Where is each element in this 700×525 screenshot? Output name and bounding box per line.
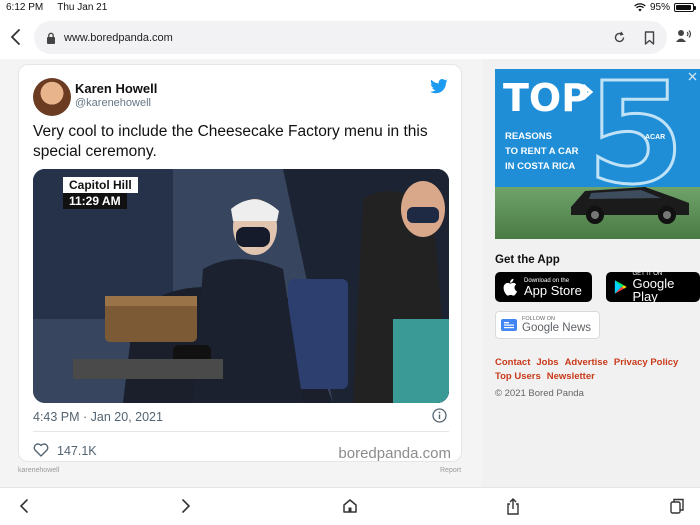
ad-line: TO RENT A CAR [505, 146, 579, 157]
avatar[interactable] [33, 78, 71, 116]
back-icon[interactable] [18, 498, 30, 514]
advertisement-banner[interactable]: 5 TOP REASONS TO RENT A CAR IN COSTA RIC… [495, 69, 700, 239]
bookmark-icon[interactable] [644, 30, 655, 45]
copyright: © 2021 Bored Panda [495, 388, 584, 399]
report-link[interactable]: Report [440, 467, 461, 474]
google-play-label: Google Play [632, 276, 675, 304]
google-play-button[interactable]: GET IT ON Google Play [606, 271, 700, 304]
author-handle[interactable]: @karenehowell [75, 97, 151, 109]
battery-icon [674, 3, 696, 12]
lock-icon [47, 32, 55, 44]
tweet-media-photo[interactable]: Capitol Hill 11:29 AM [33, 169, 449, 403]
ad-arrow-icon [582, 83, 594, 101]
url-text: www.boredpanda.com [64, 31, 173, 44]
page-content: Karen Howell @karenehowell Very cool to … [0, 59, 700, 487]
google-news-button[interactable]: FOLLOW ON Google News [495, 311, 600, 339]
image-credit[interactable]: karenehowell [18, 467, 59, 474]
google-news-icon [501, 319, 517, 331]
footer-link-top-users[interactable]: Top Users [495, 371, 541, 382]
app-store-label: App Store [524, 282, 582, 298]
author-name[interactable]: Karen Howell [75, 81, 157, 96]
browser-toolbar: www.boredpanda.com [0, 15, 700, 59]
footer-link-newsletter[interactable]: Newsletter [547, 371, 595, 382]
browser-bottom-toolbar [0, 487, 700, 525]
footer-link-privacy-policy[interactable]: Privacy Policy [614, 357, 678, 368]
forward-icon[interactable] [180, 498, 192, 514]
chyron-location: Capitol Hill [63, 177, 138, 193]
ad-line: REASONS [505, 131, 552, 142]
ad-headline: TOP [503, 76, 590, 120]
tabs-icon[interactable] [670, 498, 684, 514]
share-icon[interactable] [506, 498, 520, 515]
chyron-time: 11:29 AM [63, 193, 127, 209]
like-count: 147.1K [57, 444, 97, 458]
battery-percent: 95% [649, 2, 670, 13]
apple-icon [503, 278, 517, 296]
footer-link-jobs[interactable]: Jobs [536, 357, 558, 368]
back-chevron-icon[interactable] [8, 27, 24, 47]
footer-links: Contact Jobs Advertise Privacy Policy Top U… [495, 356, 695, 384]
status-time: 6:12 PM [6, 2, 44, 13]
sidebar: 5 TOP REASONS TO RENT A CAR IN COSTA RIC… [482, 59, 700, 487]
watermark: boredpanda.com [338, 445, 451, 462]
embedded-tweet[interactable]: Karen Howell @karenehowell Very cool to … [18, 64, 462, 462]
info-icon[interactable] [432, 408, 447, 423]
divider [33, 431, 449, 432]
tweet-timestamp[interactable]: 4:43 PM · Jan 20, 2021 [33, 410, 163, 424]
twitter-bird-icon[interactable] [429, 79, 449, 95]
status-bar: 6:12 PM Thu Jan 21 95% [0, 0, 700, 15]
ad-car-image [571, 187, 689, 224]
ad-line: IN COSTA RICA [505, 161, 576, 172]
footer-link-contact[interactable]: Contact [495, 357, 530, 368]
heart-icon[interactable] [33, 443, 49, 457]
home-icon[interactable] [342, 498, 358, 514]
get-app-heading: Get the App [495, 254, 560, 266]
app-store-button[interactable]: Download on the App Store [495, 272, 592, 302]
read-aloud-icon[interactable] [676, 29, 692, 43]
ad-brand: ACAR [645, 134, 666, 141]
footer-link-advertise[interactable]: Advertise [565, 357, 608, 368]
google-news-label: Google News [522, 322, 592, 334]
ad-close-icon[interactable] [688, 72, 697, 81]
status-date: Thu Jan 21 [57, 2, 108, 13]
reload-icon[interactable] [613, 31, 626, 44]
tweet-text: Very cool to include the Cheesecake Fact… [33, 123, 428, 160]
address-bar[interactable]: www.boredpanda.com [34, 21, 667, 54]
wifi-icon [634, 3, 646, 12]
google-play-icon [614, 280, 627, 294]
